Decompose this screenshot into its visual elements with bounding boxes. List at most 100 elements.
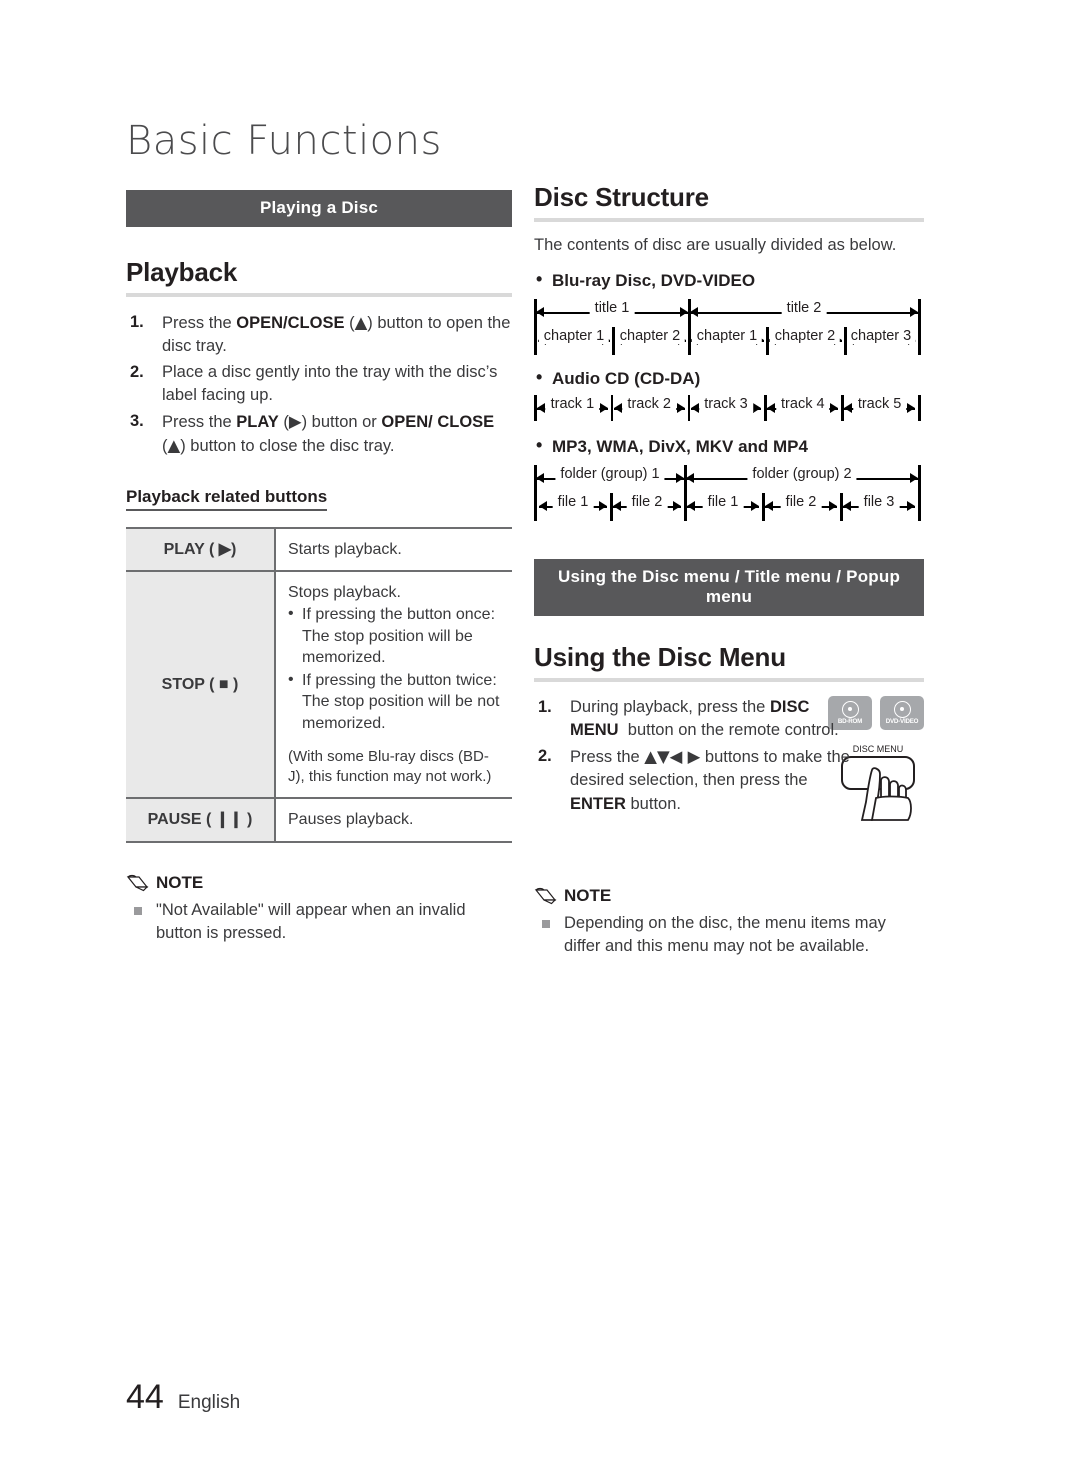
diagram-divider: [918, 465, 921, 521]
arrow-right-icon: [673, 501, 681, 511]
note-label-left: NOTE: [156, 872, 204, 892]
page-footer: 44 English: [126, 1378, 240, 1417]
diagram-span: title 2: [690, 300, 918, 323]
note-item: Depending on the disc, the menu items ma…: [534, 912, 924, 958]
diagram-span: folder (group) 2: [686, 466, 918, 489]
step-item: 1. Press the OPEN/CLOSE (▲) button to ope…: [126, 311, 512, 359]
diagram-divider: [534, 299, 537, 355]
span-label: title 2: [781, 300, 827, 316]
page-number: 44: [126, 1378, 164, 1416]
pencil-icon: [534, 887, 557, 905]
diagram-divider: [841, 395, 844, 421]
span-label: chapter 2: [769, 328, 841, 344]
arrow-right-icon: [680, 307, 688, 317]
span-label: track 4: [776, 396, 830, 412]
hand-palm: [870, 795, 912, 821]
badge-dvd-video: DVD-VIDEO: [880, 696, 924, 730]
arrow-right-icon: [907, 501, 915, 511]
diagram-divider: [534, 395, 537, 421]
table-row: PLAY ( ▶) Starts playback.: [126, 526, 512, 572]
note-item: "Not Available" will appear when an inva…: [126, 899, 512, 945]
arrow-right-icon: [676, 403, 685, 413]
diagram-span: file 1: [687, 494, 759, 517]
table-row: STOP ( ■ ) Stops playback. If pressing the…: [126, 569, 512, 800]
diagram-span: chapter 1: [690, 328, 764, 351]
arrow-right-icon: [753, 403, 762, 413]
table-row: PAUSE ( ❙❙ ) Pauses playback.: [126, 797, 512, 843]
pencil-icon: [126, 874, 149, 891]
span-label: title 1: [589, 300, 635, 316]
diagram-divider: [612, 327, 615, 355]
span-label: file 1: [552, 494, 594, 510]
span-label: track 5: [852, 396, 907, 412]
description-bullets: If pressing the button once: The stop po…: [288, 603, 500, 734]
arrow-left-icon: [767, 403, 776, 413]
step-number: 3.: [130, 411, 144, 430]
button-description-cell: Pauses playback.: [275, 797, 512, 843]
arrow-right-icon: [676, 473, 684, 483]
arrow-right-icon: [599, 501, 607, 511]
arrow-left-icon: [687, 501, 695, 511]
step-text: Press the ▲▼◀ ▶ buttons to make the desi…: [570, 746, 850, 813]
diagram-span: chapter 2: [768, 328, 842, 351]
span-label: chapter 3: [845, 328, 917, 344]
arrow-left-icon: [690, 307, 698, 317]
arrow-left-icon: [536, 307, 544, 317]
diagram-bluray-structure: title 1 title 2 chapter 1 chapter 2 chapter …: [534, 297, 924, 359]
step-item: 1. During playback, press the DISC MENU b…: [534, 696, 854, 743]
button-name-cell: STOP ( ■ ): [126, 569, 276, 800]
arrow-left-icon: [539, 501, 547, 511]
span-label: folder (group) 1: [555, 466, 665, 482]
arrow-right-icon: [829, 501, 837, 511]
diagram-divider: [918, 299, 921, 355]
arrow-left-icon: [686, 473, 694, 483]
step-number: 2.: [538, 746, 552, 765]
disc-menu-steps: 1. During playback, press the DISC MENU b…: [534, 696, 854, 816]
diagram-span: folder (group) 1: [536, 466, 684, 489]
manual-page: Basic Functions Playing a Disc Playback …: [0, 0, 1080, 1479]
diagram-audiocd-structure: track 1 track 2 track 3 track 4 track 5: [534, 395, 924, 427]
section-banner-playing-a-disc: Playing a Disc: [126, 190, 512, 227]
diagram-divider: [610, 493, 613, 521]
arrow-left-icon: [613, 403, 622, 413]
heading-rule: [534, 678, 924, 682]
bullet-item: If pressing the button twice: The stop p…: [288, 669, 500, 734]
badge-label: DVD-VIDEO: [885, 717, 919, 725]
diagram-divider: [762, 493, 765, 521]
diagram-span: chapter 2: [614, 328, 686, 351]
page-title: Basic Functions: [126, 118, 442, 164]
arrow-left-icon: [613, 501, 621, 511]
step-text: During playback, press the DISC MENU but…: [570, 698, 839, 740]
step-item: 3. Press the PLAY (▶) button or OPEN/ CLO…: [126, 410, 512, 459]
arrow-left-icon: [843, 501, 851, 511]
span-label: file 2: [626, 494, 668, 510]
span-label: chapter 1: [691, 328, 763, 344]
bullet-audio-cd: Audio CD (CD-DA): [534, 367, 924, 389]
note-list-right: Depending on the disc, the menu items ma…: [534, 912, 924, 958]
button-name-cell: PAUSE ( ❙❙ ): [126, 797, 276, 843]
note-label-right: NOTE: [564, 886, 612, 905]
step-text: Press the PLAY (▶) button or OPEN/ CLOSE…: [162, 411, 495, 456]
diagram-divider: [534, 465, 537, 521]
description-main: Pauses playback.: [288, 811, 414, 829]
note-heading-right: NOTE: [534, 886, 924, 906]
diagram-span: track 2: [613, 396, 685, 419]
diagram-span: file 1: [539, 494, 607, 517]
bullet-bluray-dvd: Blu-ray Disc, DVD-VIDEO: [534, 269, 924, 291]
arrow-left-icon: [536, 473, 544, 483]
section-banner-disc-menu: Using the Disc menu / Title menu / Popup…: [534, 559, 924, 616]
bullet-item: If pressing the button once: The stop po…: [288, 603, 500, 668]
diagram-divider: [766, 327, 769, 355]
button-description-cell: Stops playback. If pressing the button on…: [275, 569, 512, 800]
arrow-left-icon: [765, 501, 773, 511]
diagram-mp3-structure: folder (group) 1 folder (group) 2 file 1 fi…: [534, 463, 924, 525]
span-label: file 3: [858, 494, 900, 510]
diagram-span: file 3: [843, 494, 915, 517]
note-list-left: "Not Available" will appear when an inva…: [126, 899, 512, 945]
remote-button-label: DISC MENU: [853, 744, 904, 754]
diagram-divider: [684, 465, 687, 521]
arrow-left-icon: [844, 403, 853, 413]
arrow-left-icon: [690, 403, 699, 413]
diagram-span: track 5: [844, 396, 915, 419]
left-column: Playing a Disc Playback 1. Press the OPEN…: [126, 190, 512, 945]
